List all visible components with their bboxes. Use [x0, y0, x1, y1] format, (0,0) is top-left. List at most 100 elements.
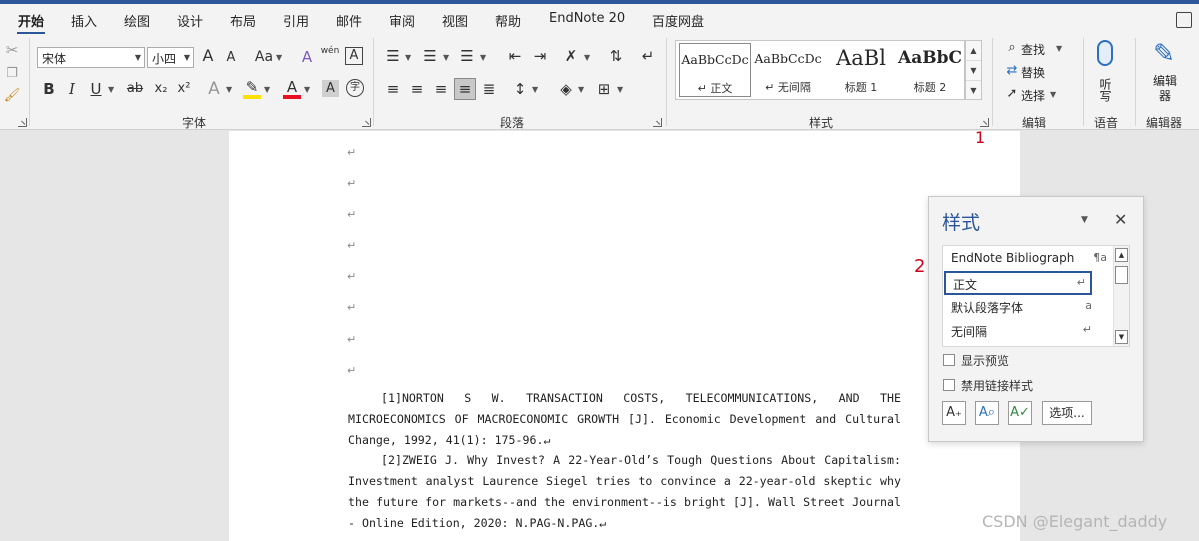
align-center-icon[interactable]: ≡ [407, 79, 427, 99]
style-list-item[interactable]: EndNote Bibliograph ¶a [943, 247, 1113, 271]
shading-icon[interactable]: ◈ [556, 79, 576, 99]
underline-icon[interactable]: U [87, 79, 105, 99]
reference-entry: [1]NORTON S W. TRANSACTION COSTS, TELECO… [348, 391, 901, 447]
style-item-heading2[interactable]: AaBbC 标题 2 [896, 43, 964, 97]
sort-icon[interactable]: ⇅ [606, 46, 626, 66]
tab-help[interactable]: 帮助 [495, 11, 521, 30]
paragraph-mark: ↵ [347, 301, 357, 314]
paragraph-mark: ↵ [347, 208, 357, 221]
copy-icon[interactable]: ❐ [3, 64, 21, 84]
tab-review[interactable]: 审阅 [389, 11, 415, 30]
borders-icon[interactable]: ⊞ [594, 79, 614, 99]
justify-icon[interactable]: ≡ [454, 78, 476, 100]
editing-group-label: 编辑 [1022, 116, 1047, 130]
font-size-value: 小四 [152, 52, 177, 66]
style-preview: AaBbC [898, 48, 962, 68]
replace-label[interactable]: 替换 [1021, 64, 1045, 81]
numbering-icon[interactable]: ☰ [420, 46, 440, 66]
subscript-icon[interactable]: x₂ [152, 79, 170, 99]
show-marks-icon[interactable]: ↵ [638, 46, 658, 66]
style-inspector-icon[interactable]: A⌕ [975, 401, 999, 425]
find-label[interactable]: 查找 [1021, 41, 1045, 58]
editor-pen-icon[interactable]: ✎ [1148, 38, 1180, 70]
select-cursor-icon[interactable]: ➚ [1003, 84, 1021, 104]
grow-font-icon[interactable]: A [199, 46, 217, 66]
italic-icon[interactable]: I [63, 79, 81, 99]
style-list-item-selected[interactable]: 正文 ↵ [944, 271, 1092, 295]
chevron-down-icon: ▼ [108, 85, 115, 94]
reference-entry: [2]ZWEIG J. Why Invest? A 22-Year-Old’s … [348, 453, 901, 530]
chevron-down-icon[interactable]: ▼ [1081, 215, 1088, 225]
bold-icon[interactable]: B [40, 79, 58, 99]
align-left-icon[interactable]: ≡ [383, 79, 403, 99]
chinese-layout-icon[interactable]: ✗ [561, 46, 581, 66]
font-size-combo[interactable]: 小四 ▼ [147, 47, 194, 68]
character-border-icon[interactable]: A [345, 47, 363, 65]
styles-list-scrollbar[interactable]: ▲ ▼ [1113, 246, 1129, 346]
character-shading-icon[interactable]: A [322, 80, 339, 97]
font-color-icon[interactable]: A [283, 77, 301, 99]
style-list-item[interactable]: 无间隔 ↵ [943, 319, 1098, 343]
bullets-icon[interactable]: ☰ [383, 46, 403, 66]
styles-launcher-icon[interactable] [980, 118, 989, 127]
share-icon[interactable] [1176, 12, 1192, 28]
disable-linked-styles-checkbox[interactable] [943, 379, 955, 391]
tab-design[interactable]: 设计 [177, 11, 203, 30]
scrollbar-thumb[interactable] [1115, 266, 1128, 284]
text-effects-icon[interactable]: A [205, 79, 223, 99]
superscript-icon[interactable]: x² [175, 79, 193, 99]
multilevel-list-icon[interactable]: ☰ [457, 46, 477, 66]
close-icon[interactable]: ✕ [1114, 210, 1127, 229]
reference-list[interactable]: [1]NORTON S W. TRANSACTION COSTS, TELECO… [348, 388, 901, 534]
style-item-no-spacing[interactable]: AaBbCcDc ↵ 无间隔 [752, 43, 824, 97]
new-style-icon[interactable]: A₊ [942, 401, 966, 425]
show-preview-checkbox[interactable] [943, 354, 955, 366]
microphone-icon[interactable] [1097, 40, 1113, 66]
manage-styles-icon[interactable]: A✓ [1008, 401, 1032, 425]
chevron-down-icon[interactable]: ▼ [966, 61, 981, 81]
decrease-indent-icon[interactable]: ⇤ [505, 46, 525, 66]
replace-icon[interactable]: ⇄ [1003, 61, 1021, 81]
editor-button-label[interactable]: 编辑器 [1150, 74, 1180, 104]
distributed-icon[interactable]: ≣ [479, 79, 499, 99]
highlight-color-icon[interactable]: ✎ [243, 77, 261, 99]
tab-home[interactable]: 开始 [18, 11, 44, 30]
cut-icon[interactable]: ✂ [3, 40, 21, 60]
style-list-label: EndNote Bibliograph [951, 251, 1075, 265]
dictate-label[interactable]: 听写 [1098, 74, 1112, 106]
change-case-icon[interactable]: Aa [253, 47, 275, 67]
strikethrough-icon[interactable]: ab [124, 79, 146, 99]
tab-insert[interactable]: 插入 [71, 11, 97, 30]
find-icon[interactable]: ⌕ [1003, 38, 1021, 58]
phonetic-guide-icon[interactable]: wén [320, 45, 340, 57]
style-list-item[interactable]: 默认段落字体 a [943, 295, 1098, 319]
tab-layout[interactable]: 布局 [230, 11, 256, 30]
options-button[interactable]: 选项... [1042, 401, 1092, 425]
style-item-heading1[interactable]: AaBl 标题 1 [825, 43, 897, 97]
clipboard-launcher-icon[interactable] [18, 118, 27, 127]
chevron-down-icon[interactable]: ▼ [1115, 330, 1128, 344]
tab-baidu-netdisk[interactable]: 百度网盘 [652, 11, 704, 30]
clear-formatting-icon[interactable]: A [298, 47, 316, 67]
format-painter-icon[interactable]: 🖌 [3, 86, 21, 106]
align-right-icon[interactable]: ≡ [431, 79, 451, 99]
shrink-font-icon[interactable]: A [222, 48, 240, 68]
tab-view[interactable]: 视图 [442, 11, 468, 30]
font-launcher-icon[interactable] [362, 118, 371, 127]
style-gallery-scroll[interactable]: ▲ ▼ ▼ [965, 40, 982, 100]
chevron-up-icon[interactable]: ▲ [966, 41, 981, 61]
paragraph-launcher-icon[interactable] [653, 118, 662, 127]
tab-endnote[interactable]: EndNote 20 [549, 11, 625, 26]
ribbon-separator [1135, 38, 1136, 126]
select-label[interactable]: 选择 [1021, 87, 1045, 104]
increase-indent-icon[interactable]: ⇥ [530, 46, 550, 66]
font-name-combo[interactable]: 宋体 ▼ [37, 47, 145, 68]
tab-mailings[interactable]: 邮件 [336, 11, 362, 30]
tab-references[interactable]: 引用 [283, 11, 309, 30]
style-item-normal[interactable]: AaBbCcDc ↵ 正文 [679, 43, 751, 97]
line-spacing-icon[interactable]: ↕ [510, 79, 530, 99]
enclose-characters-icon[interactable]: 字 [346, 79, 364, 97]
chevron-up-icon[interactable]: ▲ [1115, 248, 1128, 262]
gallery-more-icon[interactable]: ▼ [966, 81, 981, 101]
tab-draw[interactable]: 绘图 [124, 11, 150, 30]
